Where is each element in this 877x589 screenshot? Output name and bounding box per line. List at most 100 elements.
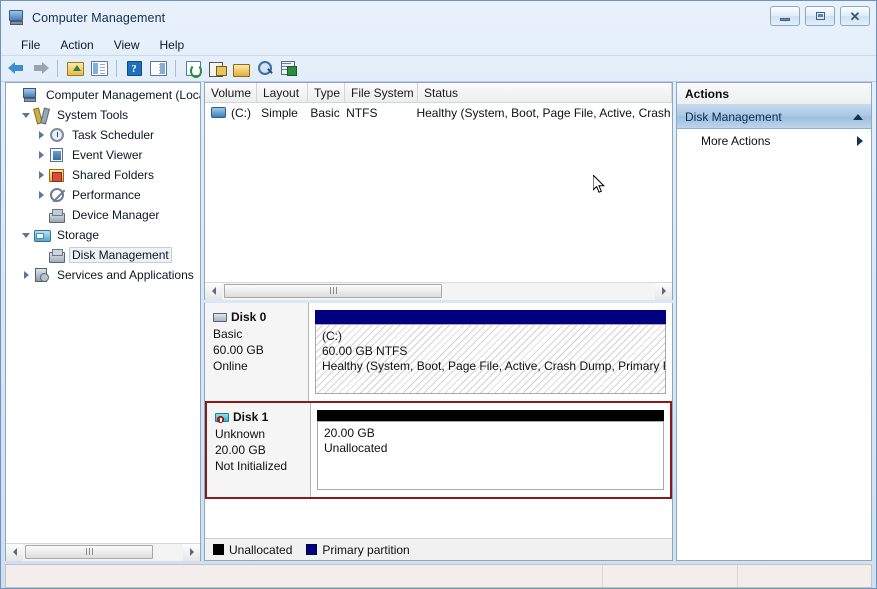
tree-label: Computer Management (Local — [46, 88, 200, 102]
storage-icon — [33, 229, 51, 242]
tree-item-storage[interactable]: Storage — [6, 225, 200, 245]
twisty-closed-icon[interactable] — [34, 171, 48, 179]
window-title: Computer Management — [32, 10, 166, 25]
toolbar-separator-3 — [175, 60, 176, 77]
disk-management-icon — [48, 248, 65, 263]
disk-0-state: Online — [213, 359, 248, 373]
tree-label: Task Scheduler — [72, 128, 155, 142]
legend: Unallocated Primary partition — [205, 538, 672, 560]
volume-list: Volume Layout Type File System Status (C… — [204, 82, 673, 300]
restore-button[interactable] — [805, 6, 835, 26]
main-content: Computer Management (Local System Tools … — [1, 82, 876, 561]
actions-group-disk-management[interactable]: Disk Management — [677, 105, 871, 129]
computer-icon — [22, 88, 39, 102]
minimize-button[interactable] — [770, 6, 800, 26]
menu-view[interactable]: View — [104, 35, 150, 55]
show-hide-action-pane-icon[interactable] — [147, 58, 169, 79]
menu-help[interactable]: Help — [150, 35, 195, 55]
scroll-grip-icon — [85, 548, 93, 555]
partition-unallocated[interactable]: 20.00 GB Unallocated — [317, 410, 664, 490]
actions-group-label: Disk Management — [685, 109, 782, 124]
disk-0-partitions: (C:) 60.00 GB NTFS Healthy (System, Boot… — [309, 303, 672, 401]
volume-icon — [211, 107, 226, 118]
twisty-closed-icon[interactable] — [19, 271, 33, 279]
cell-file-system: NTFS — [346, 105, 378, 120]
console-tree-pane: Computer Management (Local System Tools … — [5, 82, 201, 561]
column-header-status[interactable]: Status — [418, 83, 672, 102]
tree-item-task-scheduler[interactable]: Task Scheduler — [6, 125, 200, 145]
disk-1-info[interactable]: Disk 1 Unknown 20.00 GB Not Initialized — [207, 403, 311, 497]
scroll-right-button[interactable] — [655, 282, 672, 300]
twisty-closed-icon[interactable] — [34, 131, 48, 139]
legend-label-primary: Primary partition — [322, 542, 410, 557]
search-icon[interactable] — [254, 58, 276, 79]
actions-item-label: More Actions — [701, 134, 771, 148]
properties-icon[interactable] — [206, 58, 228, 79]
scroll-left-button[interactable] — [205, 282, 222, 300]
performance-icon — [48, 188, 65, 202]
partition-c-body: (C:) 60.00 GB NTFS Healthy (System, Boot… — [315, 324, 666, 394]
tree-item-system-tools[interactable]: System Tools — [6, 105, 200, 125]
scroll-left-button[interactable] — [6, 543, 23, 561]
show-hide-console-tree-icon[interactable] — [88, 58, 110, 79]
scroll-thumb[interactable] — [224, 283, 442, 298]
actions-item-more-actions[interactable]: More Actions — [677, 129, 871, 153]
tree-item-shared-folders[interactable]: Shared Folders — [6, 165, 200, 185]
tree-item-disk-management[interactable]: Disk Management — [6, 245, 200, 265]
forward-arrow-icon[interactable] — [29, 58, 51, 79]
scroll-right-button[interactable] — [183, 543, 200, 561]
back-arrow-icon[interactable] — [5, 58, 27, 79]
partition-unallocated-size: 20.00 GB — [324, 426, 375, 440]
caret-right-icon[interactable] — [857, 136, 863, 146]
title-bar: Computer Management ✕ — [1, 1, 876, 34]
disk-0-capacity: 60.00 GB — [213, 343, 264, 357]
menu-file[interactable]: File — [11, 35, 50, 55]
status-pane-1 — [6, 565, 603, 587]
legend-swatch-unallocated — [213, 544, 224, 555]
caret-up-icon[interactable] — [853, 113, 863, 120]
disk-1-partitions: 20.00 GB Unallocated — [311, 403, 670, 497]
twisty-open-icon[interactable] — [19, 112, 33, 118]
tree-item-event-viewer[interactable]: Event Viewer — [6, 145, 200, 165]
legend-label-unallocated: Unallocated — [229, 542, 293, 557]
table-row[interactable]: (C:) Simple Basic NTFS Healthy (System, … — [205, 103, 672, 122]
close-button[interactable]: ✕ — [840, 6, 870, 26]
column-header-type[interactable]: Type — [308, 83, 345, 102]
disk-icon — [213, 312, 228, 323]
tree-item-computer-management[interactable]: Computer Management (Local — [6, 85, 200, 105]
tree-label: Services and Applications — [57, 268, 194, 282]
column-header-layout[interactable]: Layout — [257, 83, 308, 102]
tree-item-performance[interactable]: Performance — [6, 185, 200, 205]
column-header-volume[interactable]: Volume — [205, 83, 257, 102]
disk-row-0[interactable]: Disk 0 Basic 60.00 GB Online (C:) 60.00 … — [205, 303, 672, 401]
cell-type: Basic — [310, 105, 340, 120]
disk-0-type: Basic — [213, 327, 243, 341]
twisty-closed-icon[interactable] — [34, 151, 48, 159]
tree-item-services-and-applications[interactable]: Services and Applications — [6, 265, 200, 285]
twisty-open-icon[interactable] — [19, 232, 33, 238]
disk-row-1[interactable]: Disk 1 Unknown 20.00 GB Not Initialized … — [205, 401, 672, 499]
disk-0-title: Disk 0 — [213, 309, 308, 325]
scroll-grip-icon — [329, 287, 337, 294]
tree-horizontal-scrollbar[interactable] — [6, 543, 200, 561]
tree-label: Shared Folders — [72, 168, 155, 182]
scroll-track[interactable] — [23, 543, 183, 561]
tree-item-device-manager[interactable]: Device Manager — [6, 205, 200, 225]
scroll-thumb[interactable] — [25, 544, 153, 559]
column-header-file-system[interactable]: File System — [345, 83, 418, 102]
toolbar: ? — [1, 56, 876, 82]
volume-list-header: Volume Layout Type File System Status — [205, 83, 672, 103]
twisty-closed-icon[interactable] — [34, 191, 48, 199]
disk-0-info[interactable]: Disk 0 Basic 60.00 GB Online — [205, 303, 309, 401]
refresh-icon[interactable] — [182, 58, 204, 79]
help-icon[interactable]: ? — [123, 58, 145, 79]
scroll-track[interactable] — [222, 282, 655, 300]
disk-unknown-icon — [215, 412, 230, 423]
up-one-level-icon[interactable] — [64, 58, 86, 79]
volume-list-horizontal-scrollbar[interactable] — [205, 282, 672, 300]
legend-item-primary-partition: Primary partition — [306, 542, 410, 557]
menu-action[interactable]: Action — [50, 35, 103, 55]
rescan-disks-icon[interactable] — [278, 58, 300, 79]
open-icon[interactable] — [230, 58, 252, 79]
partition-c[interactable]: (C:) 60.00 GB NTFS Healthy (System, Boot… — [315, 310, 666, 394]
